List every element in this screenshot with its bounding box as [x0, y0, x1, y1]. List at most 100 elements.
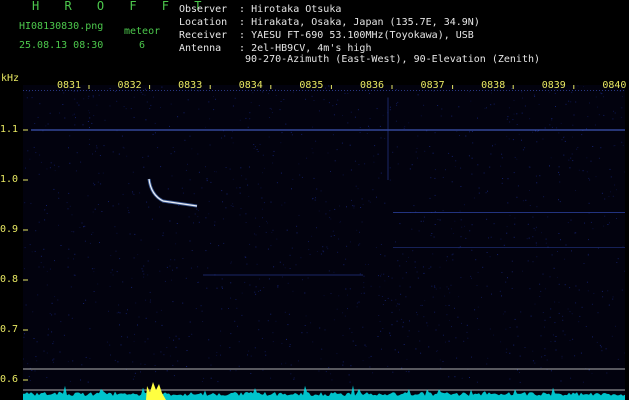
noise-dot: [476, 318, 478, 320]
noise-dot: [71, 231, 73, 232]
noise-dot: [191, 148, 193, 150]
noise-dot: [23, 336, 25, 338]
noise-dot: [43, 350, 45, 352]
noise-dot: [350, 169, 352, 171]
noise-dot: [464, 225, 466, 227]
noise-dot: [212, 86, 214, 88]
noise-dot: [357, 188, 359, 190]
noise-dot: [345, 288, 347, 290]
noise-dot: [379, 125, 381, 127]
noise-dot: [92, 153, 93, 155]
noise-dot: [146, 101, 148, 103]
noise-dot: [608, 304, 610, 306]
noise-dot: [241, 292, 243, 294]
noise-dot: [132, 192, 134, 194]
noise-dot: [338, 238, 340, 240]
noise-dot: [565, 103, 567, 105]
noise-dot: [46, 205, 47, 206]
noise-dot: [452, 233, 454, 234]
noise-dot: [524, 347, 526, 348]
noise-dot: [249, 118, 251, 120]
noise-dot: [558, 174, 560, 176]
noise-dot: [328, 367, 330, 369]
noise-dot: [44, 219, 46, 221]
top-dot: [386, 90, 387, 91]
noise-dot: [247, 354, 248, 356]
noise-dot: [88, 95, 90, 97]
noise-dot: [374, 145, 376, 147]
noise-dot: [544, 355, 546, 356]
noise-dot: [223, 242, 225, 244]
noise-dot: [468, 91, 470, 93]
noise-dot: [191, 333, 193, 335]
noise-dot: [109, 105, 111, 107]
noise-dot: [232, 105, 234, 107]
noise-dot: [46, 168, 48, 170]
noise-dot: [432, 253, 434, 255]
noise-dot: [521, 139, 522, 141]
noise-dot: [532, 360, 534, 362]
noise-dot: [561, 355, 563, 357]
noise-dot: [234, 320, 236, 322]
noise-dot: [214, 171, 216, 173]
noise-dot: [395, 89, 397, 91]
noise-dot: [128, 183, 130, 185]
noise-dot: [295, 264, 297, 266]
noise-dot: [145, 317, 147, 319]
noise-dot: [232, 203, 234, 205]
noise-dot: [339, 205, 341, 207]
noise-dot: [210, 242, 212, 244]
noise-dot: [293, 377, 295, 379]
noise-dot: [231, 131, 233, 133]
noise-dot: [131, 277, 133, 279]
noise-dot: [575, 101, 577, 103]
top-dot: [575, 90, 576, 91]
noise-dot: [507, 116, 509, 118]
noise-dot: [514, 318, 516, 320]
noise-dot: [558, 283, 560, 285]
noise-dot: [258, 329, 260, 331]
noise-dot: [332, 134, 334, 136]
noise-dot: [569, 167, 571, 169]
noise-dot: [363, 286, 365, 288]
noise-dot: [555, 106, 556, 107]
top-dot: [467, 90, 468, 91]
noise-dot: [328, 102, 330, 104]
noise-dot: [604, 215, 606, 217]
noise-dot: [30, 202, 32, 204]
noise-dot: [244, 281, 246, 283]
noise-dot: [456, 357, 458, 359]
noise-dot: [229, 168, 231, 170]
top-dot: [569, 90, 570, 91]
noise-dot: [236, 187, 238, 189]
top-dot: [23, 90, 24, 91]
noise-dot: [397, 303, 399, 305]
info-row: Location : Hirakata, Osaka, Japan (135.7…: [179, 17, 480, 29]
noise-dot: [74, 124, 76, 126]
noise-dot: [166, 370, 168, 372]
noise-dot: [285, 123, 287, 125]
noise-dot: [578, 321, 580, 323]
noise-dot: [444, 295, 446, 297]
noise-dot: [88, 143, 90, 145]
noise-dot: [27, 150, 29, 152]
noise-dot: [272, 332, 274, 334]
noise-dot: [471, 356, 472, 358]
top-dot: [95, 90, 96, 91]
noise-dot: [289, 345, 291, 347]
noise-dot: [246, 263, 248, 265]
noise-dot: [209, 118, 211, 120]
top-dot: [539, 90, 540, 91]
noise-dot: [114, 226, 116, 228]
noise-dot: [333, 319, 335, 321]
noise-dot: [454, 220, 456, 222]
x-tick-label: 0833: [178, 80, 203, 91]
noise-dot: [557, 251, 558, 252]
noise-dot: [416, 147, 418, 149]
noise-dot: [75, 117, 76, 119]
noise-dot: [150, 104, 152, 106]
noise-dot: [586, 157, 588, 159]
noise-dot: [213, 109, 215, 111]
x-tick-label: 0832: [117, 80, 142, 91]
noise-dot: [320, 253, 322, 255]
